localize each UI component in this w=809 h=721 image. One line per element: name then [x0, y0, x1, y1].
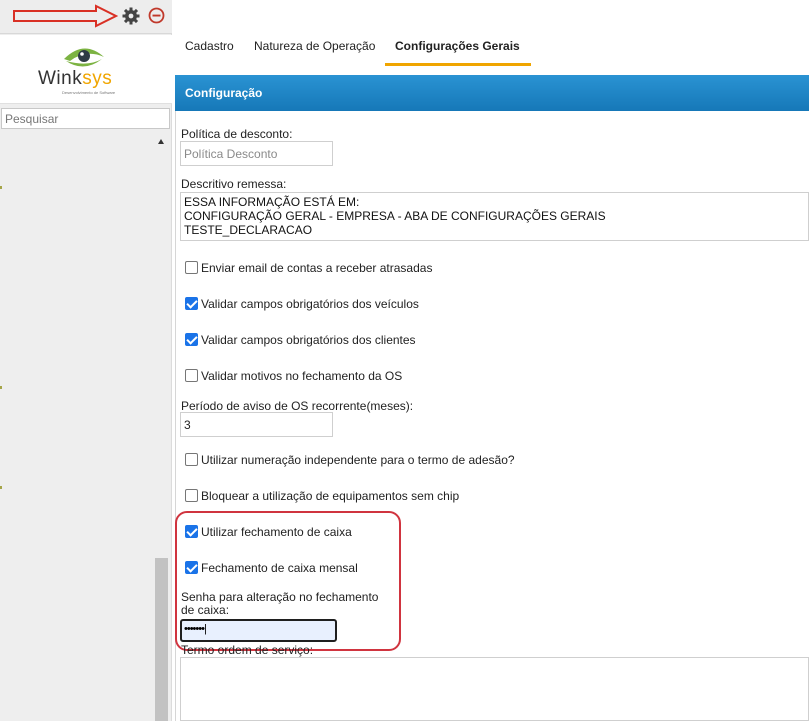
minus-circle-icon[interactable] — [148, 7, 165, 24]
gear-icon[interactable] — [122, 7, 140, 25]
checkbox-label: Validar motivos no fechamento da OS — [201, 369, 403, 383]
scrollbar-thumb[interactable] — [155, 558, 168, 721]
tree-marker — [0, 486, 2, 489]
sidebar: Winksys Desenvolvimento de Software — [0, 0, 172, 721]
checkbox-email-overdue[interactable] — [185, 261, 198, 274]
logo-tagline: Desenvolvimento de Software — [62, 90, 116, 95]
tab-cadastro[interactable]: Cadastro — [185, 39, 234, 53]
checkbox-label: Validar campos obrigatórios dos clientes — [201, 333, 416, 347]
checkbox-validate-os-reasons[interactable] — [185, 369, 198, 382]
sidebar-toolbar — [0, 0, 172, 34]
checkbox-validate-clients[interactable] — [185, 333, 198, 346]
search-input[interactable] — [1, 108, 170, 129]
checkbox-label: Bloquear a utilização de equipamentos se… — [201, 489, 460, 503]
checkbox-block-no-chip[interactable] — [185, 489, 198, 502]
discount-policy-input[interactable] — [180, 141, 333, 166]
tree-marker — [0, 186, 2, 189]
panel-title: Configuração — [185, 86, 263, 100]
checkbox-label: Utilizar numeração independente para o t… — [201, 453, 515, 467]
tab-configuracoes-gerais[interactable]: Configurações Gerais — [395, 39, 520, 53]
remittance-textarea[interactable]: ESSA INFORMAÇÃO ESTÁ EM: CONFIGURAÇÃO GE… — [180, 192, 809, 241]
checkbox-label: Enviar email de contas a receber atrasad… — [201, 261, 433, 275]
active-tab-indicator — [385, 63, 531, 66]
checkbox-independent-numbering[interactable] — [185, 453, 198, 466]
service-order-term-textarea[interactable] — [180, 657, 809, 721]
red-arrow-icon — [13, 4, 118, 28]
recurring-os-input[interactable] — [180, 412, 333, 437]
panel-header: Configuração — [175, 75, 809, 111]
checkbox-validate-vehicles[interactable] — [185, 297, 198, 310]
logo-wordmark: Winksys — [38, 68, 113, 89]
remittance-label: Descritivo remessa: — [181, 177, 287, 191]
company-logo: Winksys Desenvolvimento de Software — [0, 35, 172, 104]
eye-logo-icon — [64, 48, 104, 67]
service-order-term-label: Termo ordem de serviço: — [181, 643, 314, 657]
scroll-up-arrow-icon[interactable] — [158, 139, 164, 144]
tree-marker — [0, 386, 2, 389]
recurring-os-label: Período de aviso de OS recorrente(meses)… — [181, 399, 414, 413]
annotation-highlight — [175, 511, 401, 651]
discount-policy-label: Política de desconto: — [181, 127, 293, 141]
checkbox-label: Validar campos obrigatórios dos veículos — [201, 297, 419, 311]
tab-natureza-operacao[interactable]: Natureza de Operação — [254, 39, 375, 53]
